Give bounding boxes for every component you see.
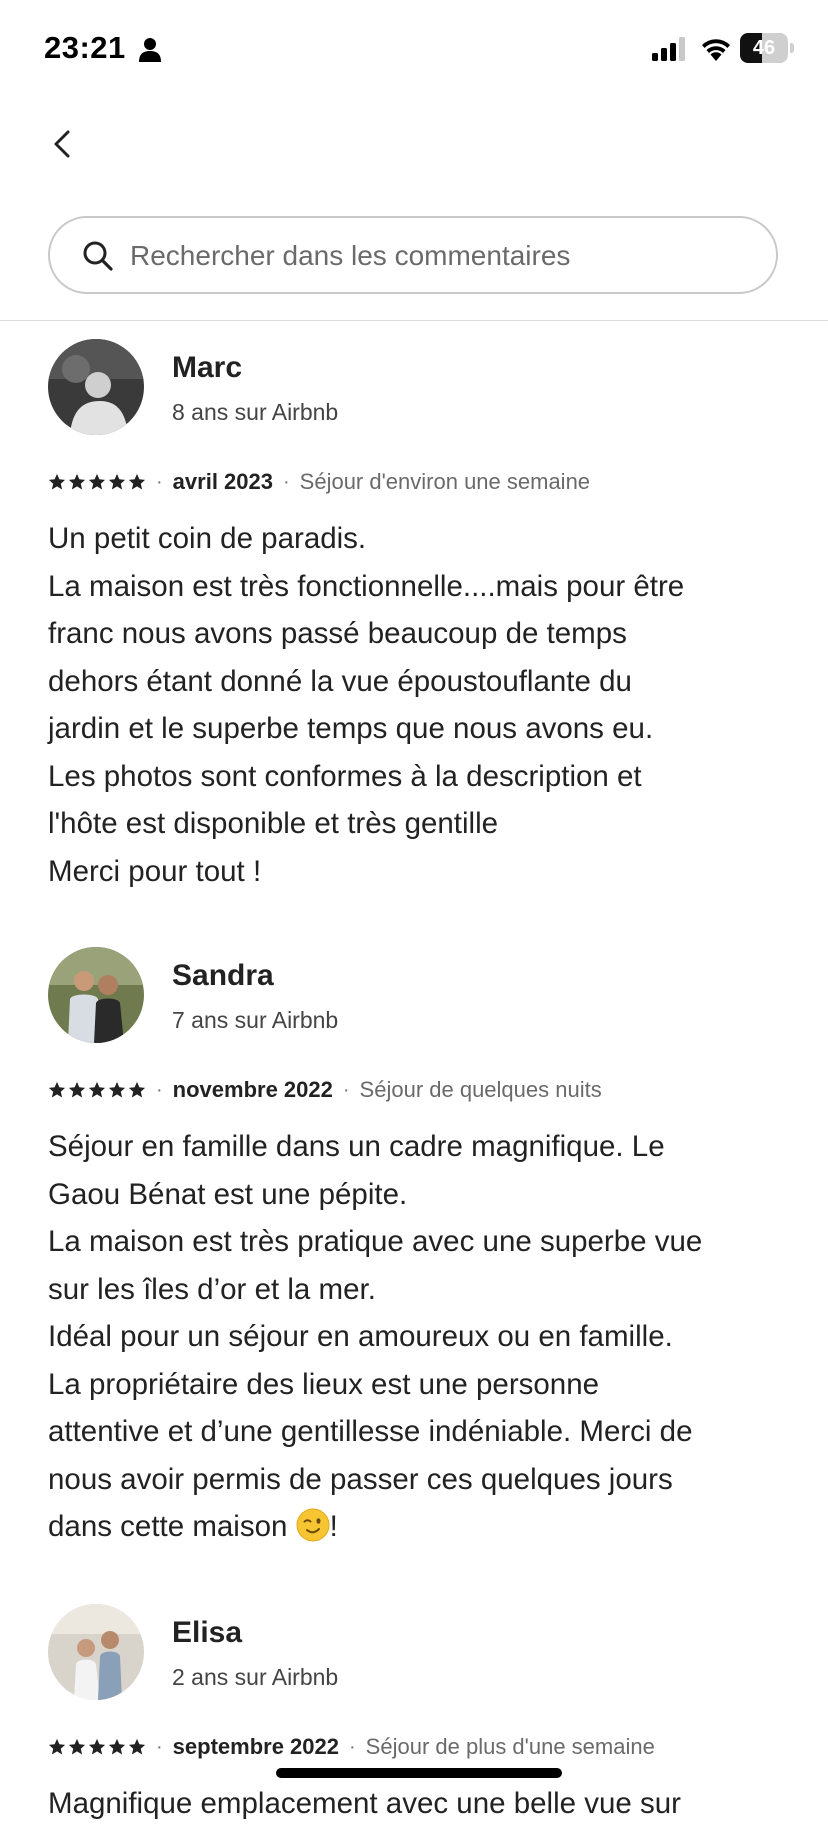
- battery-level: 46: [752, 37, 776, 59]
- review-line: dehors étant donné la vue époustouflante…: [48, 664, 632, 698]
- review-line: Un petit coin de paradis.: [48, 522, 367, 555]
- review-text: Un petit coin de paradis. La maison est …: [48, 515, 788, 895]
- search-icon: [83, 241, 113, 271]
- stay-length: Séjour d'environ une semaine: [299, 469, 591, 494]
- avatar[interactable]: [48, 947, 144, 1043]
- review-meta: · novembre 2022 · Séjour de quelques nui…: [48, 1075, 602, 1105]
- battery-icon: 46: [740, 33, 796, 63]
- star-icon: [68, 473, 86, 490]
- reviewer-name: Elisa: [172, 1616, 243, 1649]
- star-icon: [48, 473, 66, 490]
- reviewer-name: Marc: [172, 351, 243, 384]
- review-line: La propriétaire des lieux est une person…: [48, 1367, 600, 1401]
- review-line: Gaou Bénat est une pépite.: [48, 1177, 408, 1211]
- status-bar: 23:21 46: [0, 0, 828, 100]
- star-icon: [108, 473, 126, 490]
- review-date: septembre 2022: [172, 1734, 339, 1759]
- star-icon: [128, 1738, 146, 1755]
- review-line: l'hôte est disponible et très gentille: [48, 807, 499, 840]
- review-meta: · avril 2023 · Séjour d'environ une sema…: [48, 467, 590, 497]
- review-line: Magnifique emplacement avec une belle vu…: [48, 1787, 681, 1820]
- review-line: jardin et le superbe temps que nous avon…: [48, 712, 654, 745]
- reviewer-tenure: 8 ans sur Airbnb: [172, 399, 339, 425]
- star-icon: [108, 1081, 126, 1098]
- reviewer-tenure: 2 ans sur Airbnb: [172, 1664, 339, 1690]
- review-line: Idéal pour un séjour en amoureux ou en f…: [48, 1320, 673, 1353]
- review-line: nous avoir permis de passer ces quelques…: [48, 1462, 673, 1496]
- search-bar[interactable]: [48, 216, 778, 294]
- review-date: novembre 2022: [172, 1077, 333, 1102]
- status-time: 23:21: [44, 30, 126, 65]
- separator-dot: ·: [342, 1078, 350, 1101]
- reviewer-name: Sandra: [172, 959, 274, 992]
- star-icon: [128, 473, 146, 490]
- star-rating: [48, 1081, 146, 1099]
- review-line: La maison est très pratique avec une sup…: [48, 1225, 703, 1258]
- avatar[interactable]: [48, 1604, 144, 1700]
- star-icon: [108, 1738, 126, 1755]
- review-line: La maison est très fonctionnelle....mais…: [48, 569, 685, 603]
- header-divider: [0, 320, 828, 321]
- reviewer-tenure: 7 ans sur Airbnb: [172, 1007, 339, 1033]
- review-line: Séjour en famille dans un cadre magnifiq…: [48, 1130, 665, 1163]
- review-line: Les photos sont conformes à la descripti…: [48, 759, 642, 793]
- star-icon: [88, 1081, 106, 1098]
- back-button[interactable]: [44, 124, 84, 164]
- star-icon: [48, 1081, 66, 1098]
- separator-dot: ·: [282, 470, 290, 493]
- star-icon: [68, 1738, 86, 1755]
- wifi-icon: [702, 39, 730, 61]
- chevron-left-icon: [54, 130, 70, 158]
- star-rating: [48, 1738, 146, 1756]
- home-indicator: [276, 1768, 562, 1778]
- review-date: avril 2023: [172, 469, 273, 494]
- review-line: franc nous avons passé beaucoup de temps: [48, 617, 627, 650]
- cellular-signal-icon: [652, 37, 685, 61]
- separator-dot: ·: [349, 1735, 356, 1758]
- star-icon: [88, 1738, 106, 1755]
- review-line: attentive et d’une gentillesse indéniabl…: [48, 1415, 693, 1448]
- review-line: sur les îles d’or et la mer.: [48, 1272, 376, 1306]
- separator-dot: ·: [156, 1078, 163, 1101]
- review-line: dans cette maison !: [48, 1503, 788, 1551]
- separator-dot: ·: [156, 1735, 163, 1758]
- review-line: Merci pour tout !: [48, 854, 262, 888]
- stay-length: Séjour de plus d'une semaine: [365, 1734, 655, 1759]
- person-icon: [139, 38, 161, 62]
- winking-face-emoji-icon: [296, 1508, 330, 1542]
- review-line-text: dans cette maison: [48, 1510, 288, 1543]
- separator-dot: ·: [156, 470, 163, 493]
- star-icon: [88, 473, 106, 490]
- search-input[interactable]: [128, 218, 752, 294]
- review-text: Séjour en famille dans un cadre magnifiq…: [48, 1123, 788, 1551]
- review-line-text: !: [329, 1510, 338, 1543]
- stay-length: Séjour de quelques nuits: [359, 1077, 602, 1102]
- review-meta: · septembre 2022 · Séjour de plus d'une …: [48, 1732, 655, 1762]
- avatar[interactable]: [48, 339, 144, 435]
- star-icon: [128, 1081, 146, 1098]
- star-rating: [48, 473, 146, 491]
- star-icon: [48, 1738, 66, 1755]
- review-text: Magnifique emplacement avec une belle vu…: [48, 1780, 788, 1828]
- star-icon: [68, 1081, 86, 1098]
